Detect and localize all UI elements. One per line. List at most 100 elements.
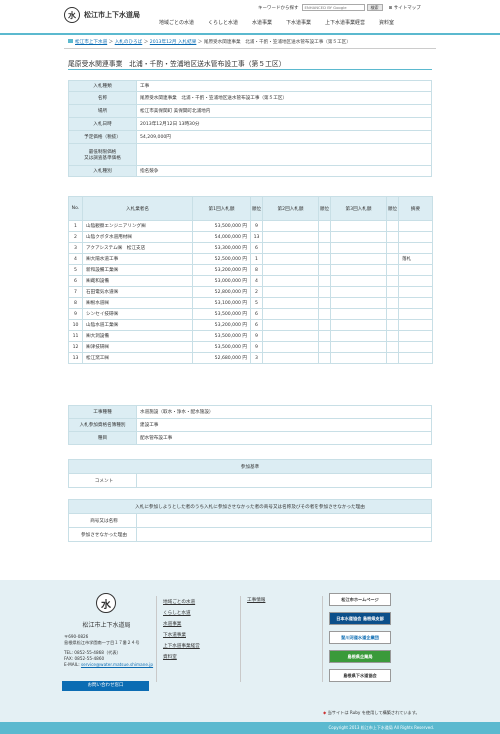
footer-address: 〒690-0826 島根県松江市学園南一丁目１７番２４号 TEL: 0852-5… (64, 634, 153, 668)
footer-logo-icon: 水 (96, 593, 116, 613)
nav-item[interactable]: くらしと水道 (201, 19, 245, 26)
bid-cell: 53,100,000 円 (192, 297, 251, 309)
bid-cell (398, 330, 433, 342)
bid-cell (318, 253, 331, 265)
bid-cell: 新和設備工業㈱ (82, 264, 193, 276)
bid-cell: 9 (250, 341, 263, 353)
banner-city-hp[interactable]: 松江市ホームページ (329, 593, 391, 606)
bid-cell (262, 352, 319, 364)
footer-nav-item[interactable]: くらしと水道 (163, 608, 200, 619)
nav-item[interactable]: 上下水道事業経営 (318, 19, 372, 26)
bid-cell (262, 220, 319, 232)
footer-nav-item[interactable]: 資料室 (163, 652, 200, 663)
bid-cell (330, 308, 387, 320)
nav-item[interactable]: 地域ごとの水道 (152, 19, 201, 26)
footer-divider (156, 596, 157, 682)
banner-jwwa[interactable]: 日本水道協会 島根県支部 (329, 612, 391, 625)
work-label: 種目 (68, 431, 137, 445)
bid-cell: 2 (68, 231, 83, 243)
nav-item[interactable]: 水道事業 (245, 19, 279, 26)
bid-cell (318, 297, 331, 309)
nav-item[interactable]: 下水道事業 (279, 19, 318, 26)
bid-column-header: 入札業者名 (82, 196, 193, 221)
bid-cell: 11 (68, 330, 83, 342)
banner-kigyokyoku[interactable]: 島根県企業局 (329, 650, 391, 663)
bid-cell (330, 231, 387, 243)
bid-cell (262, 286, 319, 298)
bid-cell: 2 (250, 286, 263, 298)
footer-nav-item[interactable]: 下水道事業 (163, 630, 200, 641)
bid-cell: アクアシステム㈱ 松江支店 (82, 242, 193, 254)
breadcrumb-current: 尾原受水関連事業 北浦・千酌・笠浦地区送水管布設工事（第５工区） (203, 40, 351, 45)
sitemap-label: サイトマップ (393, 5, 421, 11)
sitemap-link[interactable]: ⊞ サイトマップ (389, 5, 421, 11)
banner-sewer-assoc[interactable]: 島根県下水道協会 (329, 669, 391, 682)
bid-cell: 53,300,000 円 (192, 242, 251, 254)
copyright: Copyright 2013 松江市上下水道局 All Rights Reser… (0, 722, 500, 734)
bid-cell: 9 (250, 220, 263, 232)
bid-cell (386, 242, 399, 254)
search-button[interactable]: 検索 (366, 4, 383, 11)
bid-cell (330, 352, 387, 364)
bid-cell (262, 264, 319, 276)
footer-divider (322, 596, 323, 682)
footer-nav: 地域ごとの水道 くらしと水道 水道事業 下水道事業 上下水道事業経営 資料室 (163, 597, 200, 663)
footer-nav-item[interactable]: 工事情報 (247, 597, 265, 603)
breadcrumb-link[interactable]: 松江市上下水道 (75, 40, 107, 45)
table-row: 10 山陰水道工業㈱ 53,200,000 円6 (68, 319, 433, 331)
criteria-header: 参加基準 (68, 459, 432, 474)
bid-cell: 山陰クボタ水道用材㈱ (82, 231, 193, 243)
contact-button[interactable]: お問い合わせ窓口 (62, 681, 149, 691)
bid-cell: 3 (68, 242, 83, 254)
title-underline (68, 69, 432, 70)
info-value: 尾原受水関連事業 北浦・千酌・笠浦地区送水管布設工事（第５工区） (136, 91, 432, 105)
footer-nav-item[interactable]: 上下水道事業経営 (163, 641, 200, 652)
bid-cell: ㈱津技研㈱ (82, 341, 193, 353)
footer-note-text: 当サイトは Ruby を使用して構築されています。 (327, 710, 420, 715)
bid-cell: 53,500,000 円 (192, 220, 251, 232)
footer-nav-item[interactable]: 水道事業 (163, 619, 200, 630)
bid-cell (398, 286, 433, 298)
global-nav: 地域ごとの水道 くらしと水道 水道事業 下水道事業 上下水道事業経営 資料室 (152, 19, 401, 26)
info-label: 予定価格（税抜） (68, 130, 137, 144)
bid-cell: ㈱蔵和設備 (82, 275, 193, 287)
footer-note: ◆ 当サイトは Ruby を使用して構築されています。 (323, 710, 420, 716)
bid-cell (318, 341, 331, 353)
info-label: 入札種類 (68, 80, 137, 92)
bid-cell: 10 (68, 319, 83, 331)
search-label: キーワードから探す (258, 5, 299, 11)
bid-results-table: No. 入札業者名 第1回入札額 順位 第2回入札額 順位 第3回入札額 順位 摘要 1 山陰観察… (68, 196, 433, 364)
excluded-label: 参加させなかった理由 (68, 527, 137, 542)
bid-cell: 6 (250, 319, 263, 331)
work-label: 工事種種 (68, 405, 137, 419)
bid-cell (262, 341, 319, 353)
breadcrumb-link[interactable]: 2013年12月 入札結果 (150, 40, 197, 45)
table-row: 11 ㈱大洞設備 53,500,000 円9 (68, 330, 433, 342)
bid-cell (330, 297, 387, 309)
breadcrumb-link[interactable]: 入札のひろば (115, 40, 143, 45)
email-link[interactable]: service@water.matsue.shimane.jp (81, 662, 153, 667)
bid-cell: 8 (68, 297, 83, 309)
bid-column-header: 摘要 (398, 196, 433, 221)
bid-cell (386, 286, 399, 298)
nav-item[interactable]: 資料室 (372, 19, 401, 26)
bid-cell: 53,200,000 円 (192, 319, 251, 331)
bid-cell: 8 (250, 264, 263, 276)
footer-nav-item[interactable]: 地域ごとの水道 (163, 597, 200, 608)
bid-cell (330, 330, 387, 342)
info-value: 松江市美保関町 美保関町北浦地内 (136, 104, 432, 118)
excluded-label: 商号又は名称 (68, 513, 137, 528)
bid-cell (398, 341, 433, 353)
info-label: 入札種別 (68, 165, 137, 177)
info-label: 最低制限価格 又は調査基準価格 (68, 143, 137, 166)
site-logo[interactable]: 水 松江市上下水道局 (64, 7, 140, 23)
bid-cell (330, 286, 387, 298)
banner-hikawa[interactable]: 斐川河道水道企業団 (329, 631, 391, 644)
bid-cell (262, 253, 319, 265)
search-input[interactable]: ENHANCED BY Google (301, 4, 365, 11)
bid-cell: 松江窯工㈱ (82, 352, 193, 364)
bid-cell (318, 242, 331, 254)
info-value: 指名競争 (136, 165, 432, 177)
bid-cell: 5 (68, 264, 83, 276)
bid-cell (318, 231, 331, 243)
